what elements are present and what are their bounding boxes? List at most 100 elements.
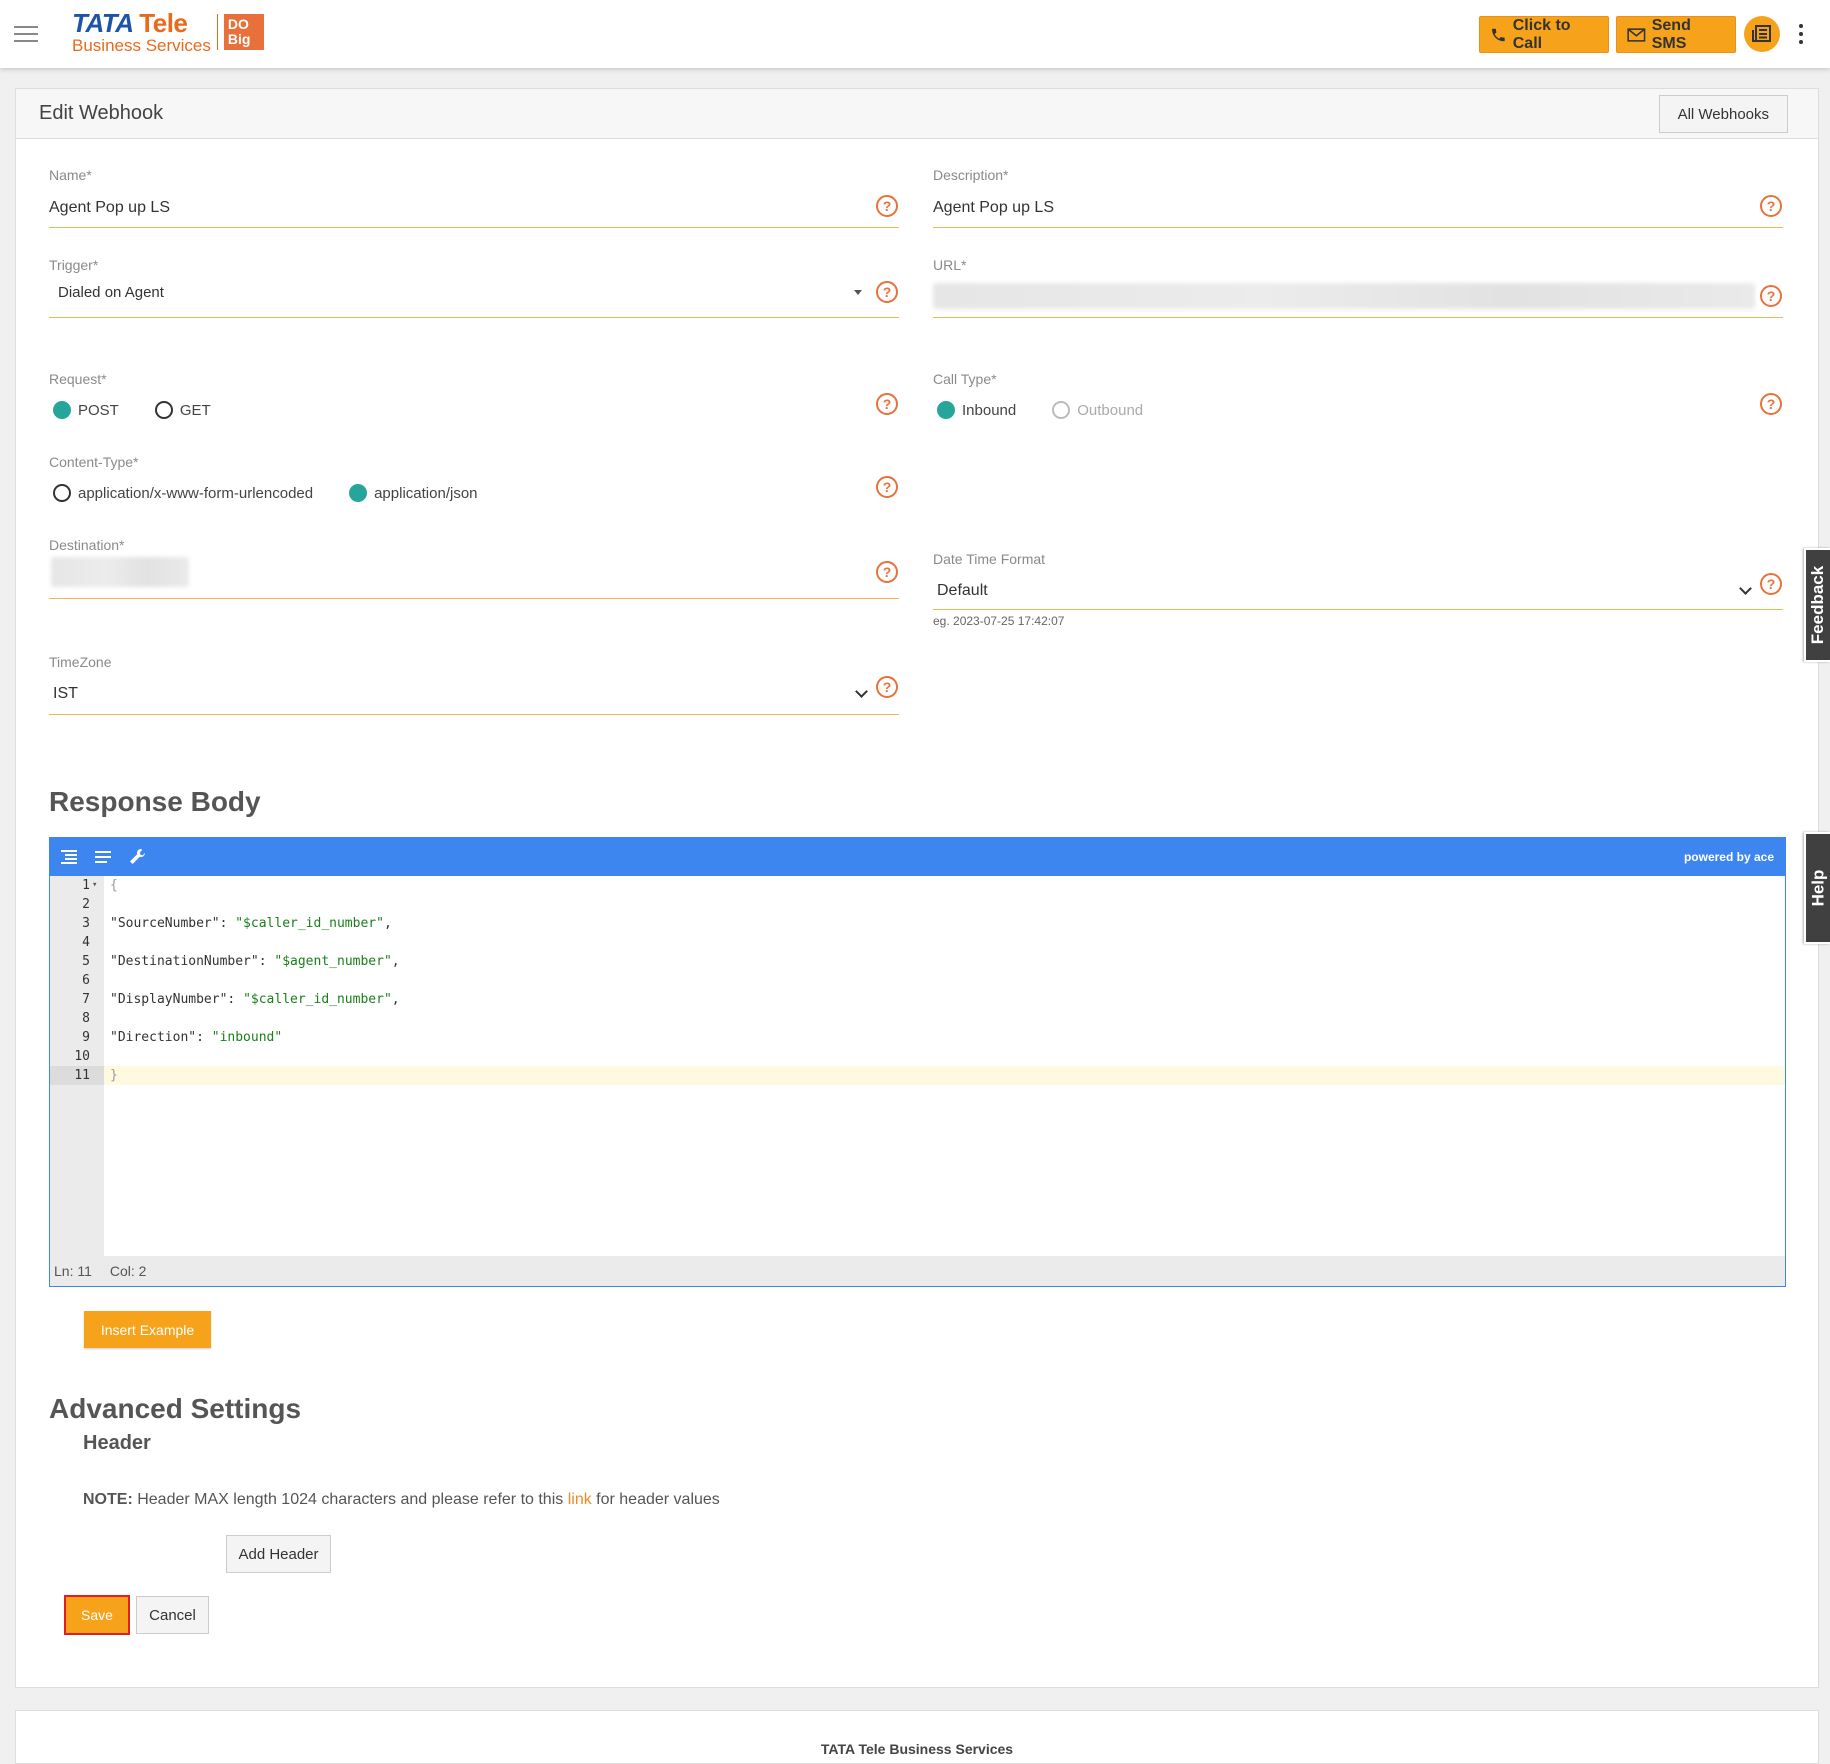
content-type-help-icon[interactable]: ? (876, 476, 898, 498)
code-line[interactable]: 1 ▾ { (50, 876, 1785, 895)
request-label: Request* (49, 371, 107, 387)
line-number: 1 (82, 878, 90, 893)
destination-field: Destination* ? (49, 537, 899, 599)
name-help-icon[interactable]: ? (876, 195, 898, 217)
description-underline (933, 227, 1783, 228)
destination-input-redacted[interactable] (51, 557, 189, 587)
json-separator: : (227, 992, 244, 1007)
fold-arrow-icon[interactable]: ▾ (92, 876, 97, 895)
call-type-help-icon[interactable]: ? (1760, 393, 1782, 415)
date-time-example: eg. 2023-07-25 17:42:07 (933, 614, 1065, 628)
content-type-urlencoded-label: application/x-www-form-urlencoded (78, 484, 314, 502)
line-number: 7 (82, 992, 90, 1007)
logo-divider (216, 14, 218, 50)
code-line[interactable]: 7 "DisplayNumber": "$caller_id_number", (50, 990, 1785, 1009)
call-type-radio-group: Inbound Outbound (937, 401, 1143, 419)
radio-selected-icon (937, 401, 955, 419)
chevron-down-icon[interactable] (855, 685, 868, 698)
description-input[interactable]: Agent Pop up LS (933, 199, 1054, 217)
json-key: "DisplayNumber" (110, 992, 228, 1007)
trigger-help-icon[interactable]: ? (876, 281, 898, 303)
date-time-format-help-icon[interactable]: ? (1760, 573, 1782, 595)
date-time-format-select[interactable]: Default (937, 582, 988, 600)
call-type-inbound-label: Inbound (962, 401, 1017, 419)
logo-brand: TATA (72, 8, 133, 38)
format-code-icon[interactable] (59, 847, 79, 867)
url-field: URL* ? (933, 257, 1783, 319)
radio-unselected-icon (53, 484, 71, 502)
feedback-tab[interactable]: Feedback (1804, 548, 1830, 662)
cancel-button[interactable]: Cancel (136, 1596, 209, 1634)
logo-subtitle: Business Services (72, 36, 211, 55)
help-tab[interactable]: Help (1804, 832, 1830, 944)
save-button[interactable]: Save (64, 1595, 130, 1635)
json-value: "$caller_id_number" (235, 916, 384, 931)
code-line[interactable]: 10 (50, 1047, 1785, 1066)
call-type-inbound-radio[interactable]: Inbound (937, 401, 1016, 419)
more-options-icon[interactable] (1798, 24, 1804, 44)
code-text: { (110, 876, 118, 895)
feedback-tab-label: Feedback (1808, 565, 1827, 645)
code-line[interactable]: 5 "DestinationNumber": "$agent_number", (50, 952, 1785, 971)
code-line[interactable]: 2 (50, 895, 1785, 914)
line-number: 6 (82, 973, 90, 988)
request-get-radio[interactable]: GET (154, 401, 211, 419)
content-type-json-label: application/json (374, 484, 478, 502)
code-text: "Direction": "inbound" (110, 1028, 282, 1047)
code-text: "DisplayNumber": "$caller_id_number", (110, 990, 400, 1009)
insert-example-button[interactable]: Insert Example (84, 1311, 211, 1348)
line-number: 2 (82, 897, 90, 912)
destination-help-icon[interactable]: ? (876, 561, 898, 583)
trigger-select[interactable]: Dialed on Agent (58, 284, 164, 301)
name-field: Name* Agent Pop up LS ? (49, 167, 899, 229)
trigger-dropdown-icon[interactable] (854, 290, 862, 295)
line-number: 10 (74, 1049, 90, 1064)
radio-unselected-icon (154, 401, 173, 419)
help-tab-label: Help (1808, 869, 1827, 907)
news-icon[interactable] (1744, 16, 1780, 52)
request-post-radio[interactable]: POST (53, 401, 119, 419)
description-field: Description* Agent Pop up LS ? (933, 167, 1783, 229)
radio-selected-icon (349, 484, 368, 502)
compact-code-icon[interactable] (93, 847, 113, 867)
header-values-link[interactable]: link (568, 1491, 592, 1508)
add-header-button[interactable]: Add Header (226, 1535, 331, 1573)
click-to-call-button[interactable]: Click to Call (1479, 16, 1609, 53)
name-underline (49, 227, 899, 228)
editor-code-area[interactable]: 1 ▾ {2 3 "SourceNumber": "$caller_id_number"… (50, 876, 1785, 1256)
code-line[interactable]: 4 (50, 933, 1785, 952)
all-webhooks-button[interactable]: All Webhooks (1658, 95, 1788, 133)
date-time-format-field: Date Time Format Default ? eg. 2023-07-2… (933, 551, 1783, 631)
description-help-icon[interactable]: ? (1760, 195, 1782, 217)
url-input-redacted[interactable] (933, 283, 1755, 309)
code-line[interactable]: 3 "SourceNumber": "$caller_id_number", (50, 914, 1785, 933)
call-type-outbound-radio[interactable]: Outbound (1052, 401, 1143, 419)
line-number: 11 (50, 1066, 104, 1085)
name-input[interactable]: Agent Pop up LS (49, 199, 170, 217)
line-number: 4 (82, 935, 90, 950)
repair-wrench-icon[interactable] (127, 847, 147, 867)
code-line[interactable]: 8 (50, 1009, 1785, 1028)
timezone-select[interactable]: IST (53, 685, 78, 703)
json-tail: , (383, 916, 392, 931)
response-body-editor[interactable]: powered by ace 1 ▾ {2 3 "SourceNumber": "$ca… (49, 837, 1786, 1287)
json-key: "SourceNumber" (110, 916, 220, 931)
logo-badge: DO Big (223, 14, 264, 50)
timezone-help-icon[interactable]: ? (876, 676, 898, 698)
code-line[interactable]: 6 (50, 971, 1785, 990)
top-bar: TATA Tele Business Services DO Big Click… (0, 0, 1830, 68)
code-text: "DestinationNumber": "$agent_number", (110, 952, 400, 971)
content-type-radio-group: application/x-www-form-urlencoded applic… (53, 484, 478, 502)
code-line[interactable]: 9 "Direction": "inbound" (50, 1028, 1785, 1047)
code-line[interactable]: 11} (50, 1066, 1785, 1085)
content-type-urlencoded-radio[interactable]: application/x-www-form-urlencoded (53, 484, 313, 502)
code-text: "SourceNumber": "$caller_id_number", (110, 914, 392, 933)
json-key: "DestinationNumber" (110, 954, 259, 969)
request-help-icon[interactable]: ? (876, 393, 898, 415)
chevron-down-icon[interactable] (1739, 582, 1752, 595)
logo[interactable]: TATA Tele Business Services DO Big (72, 10, 264, 55)
url-help-icon[interactable]: ? (1760, 285, 1782, 307)
content-type-json-radio[interactable]: application/json (349, 484, 478, 502)
send-sms-button[interactable]: Send SMS (1616, 16, 1736, 53)
hamburger-menu-icon[interactable] (14, 26, 38, 42)
